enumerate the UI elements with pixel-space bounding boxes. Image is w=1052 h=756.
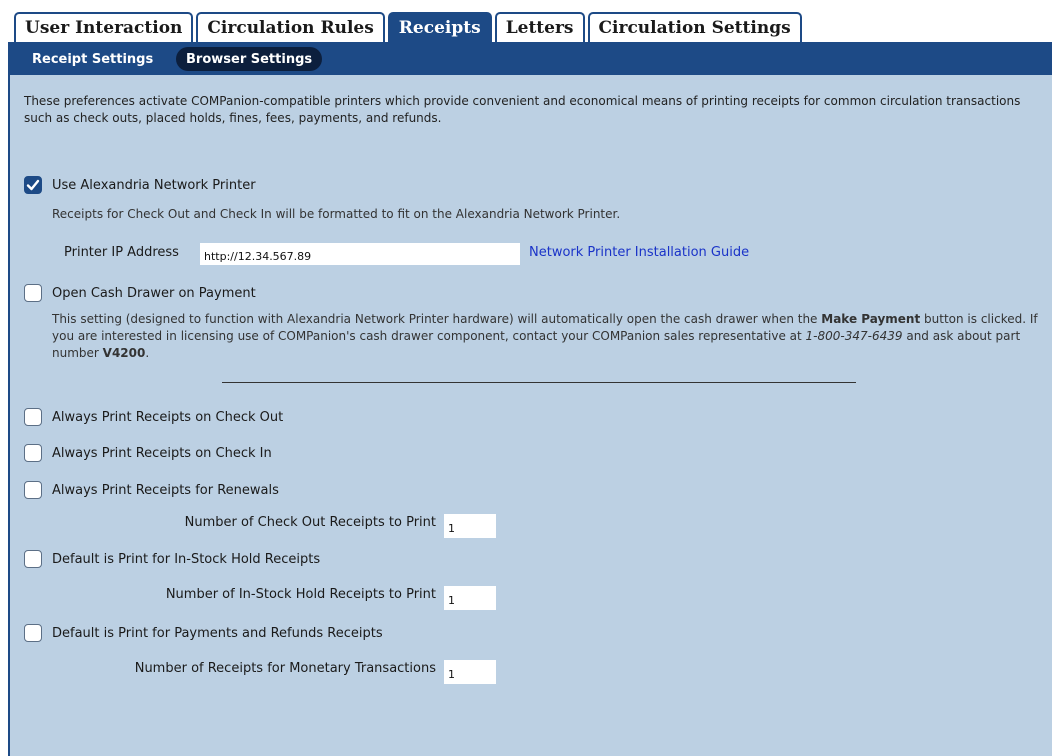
network-printer-description: Receipts for Check Out and Check In will… <box>52 207 621 221</box>
hold-default-checkbox[interactable] <box>24 550 42 568</box>
checkmark-icon <box>26 179 40 191</box>
monetary-count-label: Number of Receipts for Monetary Transact… <box>134 661 436 676</box>
open-cash-drawer-checkbox[interactable] <box>24 284 42 302</box>
tab-receipts[interactable]: Receipts <box>387 12 492 42</box>
tab-circulation-settings[interactable]: Circulation Settings <box>587 12 802 42</box>
print-renewals-checkbox[interactable] <box>24 481 42 499</box>
use-network-printer-label: Use Alexandria Network Printer <box>52 178 256 193</box>
cash-drawer-description: This setting (designed to function with … <box>52 312 1038 360</box>
monetary-count-input[interactable] <box>444 660 496 684</box>
network-printer-guide-link[interactable]: Network Printer Installation Guide <box>529 245 749 260</box>
hold-default-label: Default is Print for In-Stock Hold Recei… <box>52 552 321 567</box>
payments-default-label: Default is Print for Payments and Refund… <box>52 626 383 641</box>
checkout-count-input[interactable] <box>444 514 496 538</box>
subtab-receipt-settings[interactable]: Receipt Settings <box>22 47 163 71</box>
subtab-browser-settings[interactable]: Browser Settings <box>176 47 323 71</box>
print-checkout-label: Always Print Receipts on Check Out <box>52 410 284 425</box>
printer-ip-input[interactable] <box>200 243 520 265</box>
intro-text: These preferences activate COMPanion-com… <box>24 94 1021 125</box>
hold-count-input[interactable] <box>444 586 496 610</box>
print-checkin-checkbox[interactable] <box>24 444 42 462</box>
print-renewals-label: Always Print Receipts for Renewals <box>52 483 279 498</box>
subtab-bar: Receipt Settings Browser Settings <box>8 42 1052 75</box>
open-cash-drawer-label: Open Cash Drawer on Payment <box>52 286 256 301</box>
main-tabs: User Interaction Circulation Rules Recei… <box>14 10 805 42</box>
checkout-count-label: Number of Check Out Receipts to Print <box>184 515 436 530</box>
section-divider <box>222 382 856 383</box>
hold-count-label: Number of In-Stock Hold Receipts to Prin… <box>165 587 436 602</box>
tab-letters[interactable]: Letters <box>494 12 585 42</box>
payments-default-checkbox[interactable] <box>24 624 42 642</box>
tab-user-interaction[interactable]: User Interaction <box>14 12 194 42</box>
print-checkin-label: Always Print Receipts on Check In <box>52 446 272 461</box>
printer-ip-label: Printer IP Address <box>64 245 179 260</box>
settings-panel: These preferences activate COMPanion-com… <box>8 75 1052 756</box>
use-network-printer-checkbox[interactable] <box>24 176 42 194</box>
print-checkout-checkbox[interactable] <box>24 408 42 426</box>
tab-circulation-rules[interactable]: Circulation Rules <box>196 12 385 42</box>
